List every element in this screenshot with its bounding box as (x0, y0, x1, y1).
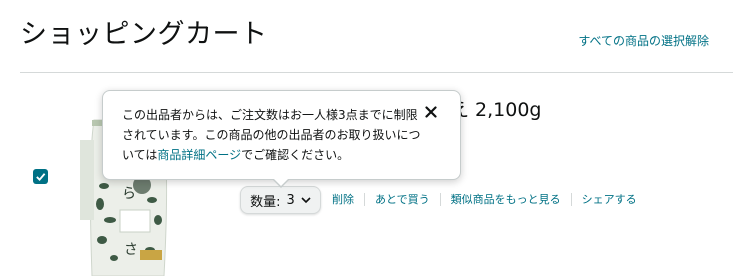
delete-link[interactable]: 削除 (332, 193, 364, 206)
product-detail-page-link[interactable]: 商品詳細ページ (157, 148, 241, 162)
popover-message: この出品者からは、ご注文数はお一人様3点までに制限されています。この商品の他の出… (122, 105, 424, 165)
svg-text:ら: ら (122, 186, 136, 202)
item-actions: 削除 あとで買う 類似商品をもっと見る シェアする (332, 193, 647, 206)
quantity-limit-popover: この出品者からは、ご注文数はお一人様3点までに制限されています。この商品の他の出… (102, 90, 461, 180)
svg-text:さ: さ (124, 242, 138, 258)
see-similar-link[interactable]: 類似商品をもっと見る (439, 193, 571, 206)
deselect-all-link[interactable]: すべての商品の選択解除 (578, 32, 709, 49)
item-checkbox[interactable] (33, 169, 48, 184)
popover-text-after: でご確認ください。 (241, 148, 350, 162)
share-link[interactable]: シェアする (570, 193, 647, 206)
quantity-select[interactable]: 数量: 3 (240, 186, 321, 214)
close-icon[interactable] (425, 106, 437, 118)
divider (20, 72, 733, 73)
popover-arrow-inner (273, 178, 289, 186)
page-title: ショッピングカート (20, 19, 268, 50)
quantity-value: 3 (286, 192, 295, 208)
checkmark-icon (36, 173, 46, 182)
product-title[interactable]: え 2,100g (450, 95, 542, 122)
save-for-later-link[interactable]: あとで買う (364, 193, 440, 206)
chevron-down-icon (301, 196, 311, 203)
quantity-label: 数量: (250, 194, 281, 210)
